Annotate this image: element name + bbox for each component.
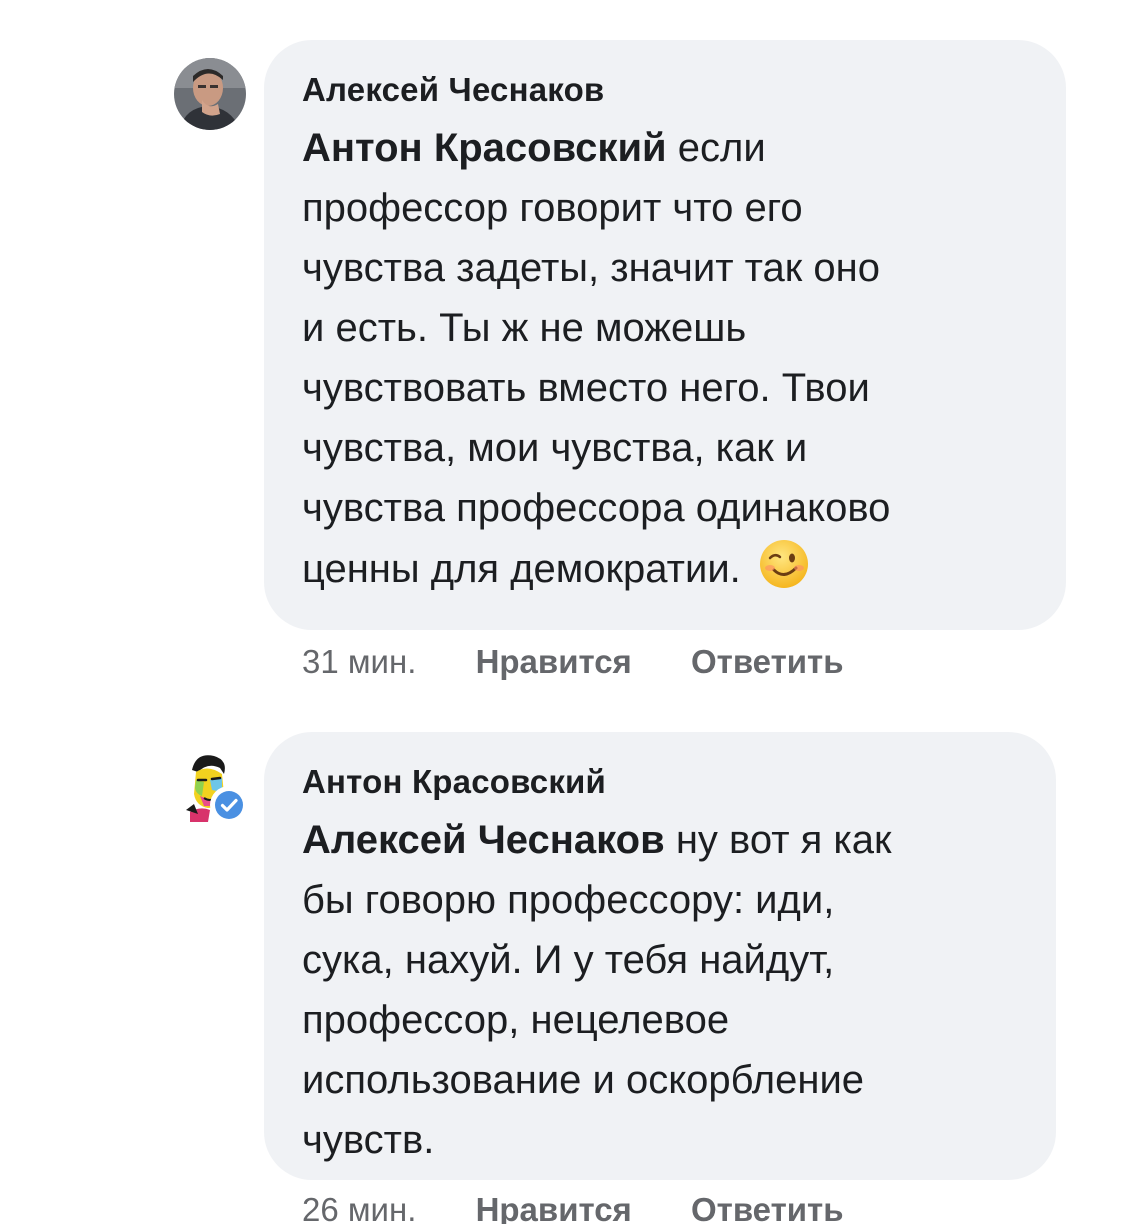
comment-text-line: если <box>666 126 766 170</box>
comment-text-line: использование и оскорбление <box>302 1058 865 1102</box>
comment-text-line: и есть. Ты ж не можешь <box>302 306 747 350</box>
comment-bubble: Алексей Чеснаков Антон Красовский если п… <box>264 40 1066 630</box>
mention-link[interactable]: Антон Красовский <box>302 126 667 170</box>
avatar-photo <box>174 58 246 130</box>
mention-link[interactable]: Алексей Чеснаков <box>302 818 665 862</box>
comment-text-line: ну вот я как <box>664 818 892 862</box>
comment-time[interactable]: 26 мин. <box>302 1191 416 1224</box>
comment-meta: 26 мин. Нравится Ответить <box>302 1190 894 1224</box>
comment-text-line: сука, нахуй. И у тебя найдут, <box>302 938 835 982</box>
avatar[interactable] <box>174 58 246 130</box>
comment-text: Антон Красовский если профессор говорит … <box>302 118 1026 607</box>
comment-time[interactable]: 31 мин. <box>302 643 416 680</box>
reply-button[interactable]: Ответить <box>691 643 844 680</box>
comment-text-line: ценны для демократии. <box>302 547 741 591</box>
comment-bubble: Антон Красовский Алексей Чеснаков ну вот… <box>264 732 1056 1180</box>
reply-button[interactable]: Ответить <box>691 1191 844 1224</box>
avatar[interactable] <box>174 750 248 824</box>
comment-text-line: чувства задеты, значит так оно <box>302 246 880 290</box>
comment-meta: 31 мин. Нравится Ответить <box>302 642 894 682</box>
wink-emoji-icon <box>758 538 810 607</box>
verified-check-icon <box>212 788 246 822</box>
comment-text-line: чувства, мои чувства, как и <box>302 426 808 470</box>
like-button[interactable]: Нравится <box>476 643 632 680</box>
comment-text-line: бы говорю профессору: иди, <box>302 878 835 922</box>
comment-text-line: чувства профессора одинаково <box>302 486 891 530</box>
comment-text-line: профессор говорит что его <box>302 186 803 230</box>
comment-author[interactable]: Алексей Чеснаков <box>302 70 1026 110</box>
like-button[interactable]: Нравится <box>476 1191 632 1224</box>
comment-text-line: профессор, нецелевое <box>302 998 730 1042</box>
comment-text-line: чувств. <box>302 1118 435 1162</box>
comment-author[interactable]: Антон Красовский <box>302 762 1016 802</box>
comment-text-line: чувствовать вместо него. Твои <box>302 366 870 410</box>
comment-text: Алексей Чеснаков ну вот я как бы говорю … <box>302 810 1016 1170</box>
verified-badge <box>210 786 248 824</box>
